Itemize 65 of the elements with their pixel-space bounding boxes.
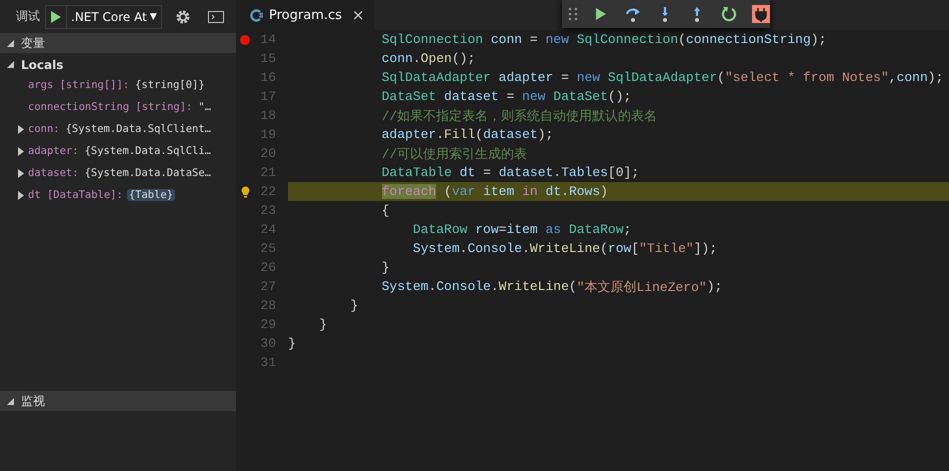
watch-section-header[interactable]: 监视 <box>0 391 236 411</box>
terminal-icon[interactable] <box>208 10 224 22</box>
variable-name: dt [DataTable]: <box>28 189 123 201</box>
code-line: SqlDataAdapter adapter = new SqlDataAdapter("select * from Notes",conn); <box>380 69 944 87</box>
expand-triangle-icon[interactable] <box>18 168 24 178</box>
code-line: conn.Open(); <box>380 50 476 68</box>
variable-name: adapter: <box>28 145 79 157</box>
line-number: 14 <box>259 32 276 47</box>
line-number: 31 <box>259 355 276 370</box>
line-number: 20 <box>259 146 276 161</box>
line-number: 23 <box>259 203 276 218</box>
line-number: 22 <box>259 184 276 199</box>
variables-section-header[interactable]: 变量 <box>0 33 236 53</box>
line-number: 19 <box>259 127 276 142</box>
variable-name: dataset: <box>28 167 79 179</box>
drag-handle-icon[interactable] <box>568 7 578 21</box>
line-number: 21 <box>259 165 276 180</box>
settings-icon[interactable] <box>174 8 191 24</box>
code-line: DataRow row=item as DataRow; <box>412 221 632 239</box>
variable-value: {Table} <box>126 189 176 201</box>
editor-tab[interactable]: Program.cs × <box>236 0 374 30</box>
csharp-file-icon <box>250 8 263 22</box>
variable-name: conn: <box>28 123 60 135</box>
debug-label: 调试 <box>16 8 40 25</box>
close-tab-button[interactable]: × <box>352 6 364 24</box>
line-number: 29 <box>259 317 276 332</box>
line-number: 17 <box>259 89 276 104</box>
expand-triangle-icon[interactable] <box>18 146 24 156</box>
variable-value: {System.Data.DataSe… <box>84 167 212 179</box>
line-number: 18 <box>259 108 276 123</box>
line-number: 15 <box>259 51 276 66</box>
plug-icon[interactable] <box>752 5 770 23</box>
play-icon <box>51 10 61 22</box>
lightbulb-icon[interactable] <box>240 186 250 198</box>
variable-name: args [string[]]: <box>28 79 130 91</box>
line-number: 26 <box>259 260 276 275</box>
restart-icon[interactable] <box>720 5 738 23</box>
code-line: } <box>380 259 390 277</box>
variable-value: {System.Data.SqlCli… <box>84 145 212 157</box>
line-number: 27 <box>259 279 276 294</box>
expand-triangle-icon[interactable] <box>18 124 24 134</box>
code-line: System.Console.WriteLine(row["Title"]); <box>412 240 718 258</box>
line-number: 16 <box>259 70 276 85</box>
variable-name: connectionString [string]: <box>28 101 192 113</box>
code-line: //如果不指定表名，则系统自动使用默认的表名 <box>380 108 658 125</box>
code-line: //可以使用索引生成的表 <box>380 146 528 163</box>
code-line: SqlConnection conn = new SqlConnection(connectionString); <box>380 31 828 49</box>
code-line: } <box>349 297 360 315</box>
code-line: { <box>380 202 390 220</box>
code-line: adapter.Fill(dataset); <box>380 126 554 144</box>
code-line: DataTable dt = dataset.Tables[0]; <box>380 164 640 182</box>
line-number: 25 <box>259 241 276 256</box>
line-number: 30 <box>259 336 276 351</box>
line-number: 24 <box>259 222 276 237</box>
code-line: System.Console.WriteLine("本文原创LineZero"); <box>380 278 724 296</box>
expand-triangle-icon[interactable] <box>18 190 24 200</box>
code-line: } <box>318 316 328 334</box>
code-line: } <box>288 335 297 353</box>
variable-value: "… <box>197 101 212 113</box>
scope-header[interactable]: Locals <box>0 55 236 74</box>
variable-value: {System.Data.SqlClient… <box>64 123 212 135</box>
variable-value: {string[0]} <box>134 79 206 91</box>
code-line: DataSet dataset = new DataSet(); <box>380 88 632 106</box>
line-number: 28 <box>259 298 276 313</box>
breakpoint-icon[interactable] <box>240 34 250 44</box>
